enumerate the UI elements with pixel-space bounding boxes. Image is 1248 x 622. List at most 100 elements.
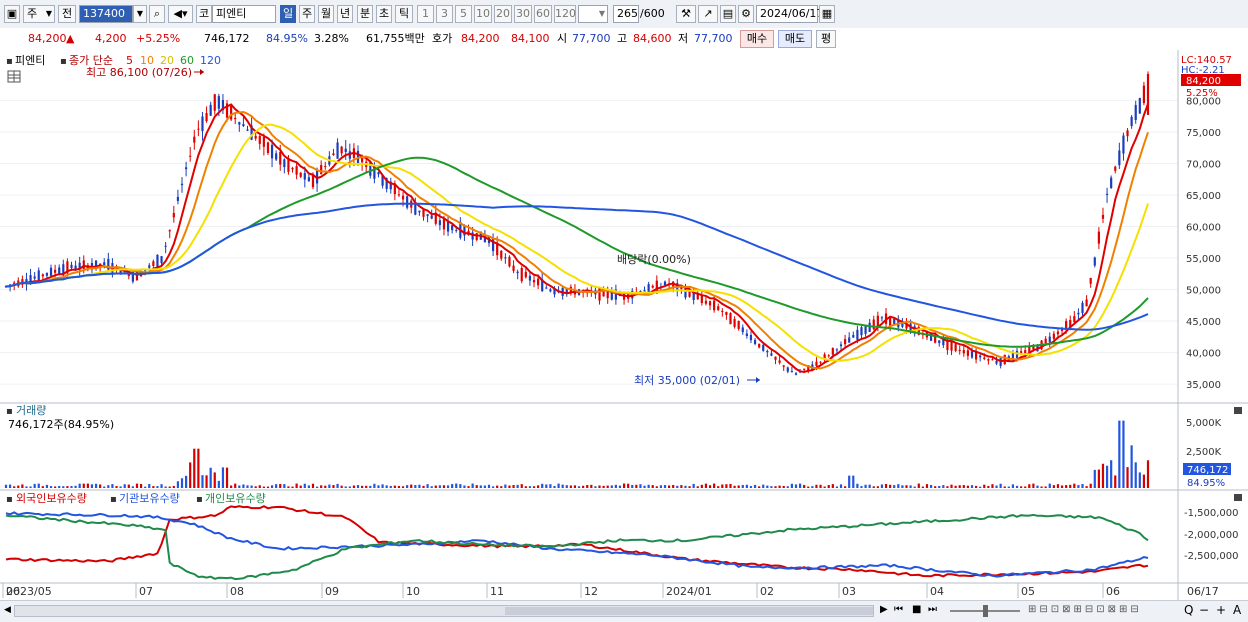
volume-bar: [680, 485, 683, 488]
sell-button[interactable]: 매도: [778, 30, 812, 48]
volume-bar: [758, 486, 761, 488]
volume-bar: [1081, 484, 1084, 488]
stock-code-dropdown[interactable]: ▼: [133, 5, 147, 23]
volume-bar: [950, 484, 953, 488]
period-month[interactable]: 월: [318, 5, 334, 23]
scroll-left-icon[interactable]: ◀: [4, 605, 11, 615]
custom-interval-input[interactable]: ▼: [578, 5, 608, 23]
price-tick-label: 65,000: [1186, 191, 1221, 202]
speaker-icon[interactable]: ◀▾: [168, 5, 193, 23]
volume-bar: [557, 483, 560, 488]
save-icon[interactable]: ▤: [720, 5, 736, 23]
period-day[interactable]: 일: [280, 5, 296, 23]
panel-close-icon[interactable]: [1234, 407, 1242, 414]
menu-dot-icon[interactable]: ▪: [6, 406, 13, 417]
candle-body: [303, 173, 306, 180]
drawing-tools-icon[interactable]: ⊞⊟⊡⊠⊞⊟⊡⊠⊞⊟: [1028, 604, 1142, 615]
candle-body: [708, 301, 712, 306]
x-axis-label: 03: [842, 585, 856, 598]
interval-5[interactable]: 5: [455, 5, 472, 23]
candle-body: [758, 343, 761, 348]
interval-1[interactable]: 1: [417, 5, 434, 23]
candle-body: [45, 272, 49, 276]
scroll-right-icon[interactable]: ▶: [880, 604, 888, 615]
volume-bar: [970, 485, 974, 488]
menu-dot-icon[interactable]: ▪: [196, 494, 203, 505]
menu-dot-icon[interactable]: ▪: [6, 494, 13, 505]
volume-bar: [504, 484, 507, 488]
zoom-out-icon[interactable]: −: [1199, 603, 1209, 617]
chart-tools-icon[interactable]: ⚒: [676, 5, 696, 23]
search-icon[interactable]: ⌕: [149, 5, 165, 23]
calendar-icon[interactable]: ▦: [819, 5, 835, 23]
price-tick-label: 55,000: [1186, 254, 1221, 265]
stock-chart[interactable]: ▪ 피엔티 ▪ 종가 단순 5 10 20 60 120 최고 86,100 (…: [0, 50, 1248, 600]
date-input[interactable]: 2024/06/17: [756, 5, 823, 23]
price-change-pct: +5.25%: [136, 32, 181, 45]
candle-body: [745, 333, 748, 336]
stop-icon[interactable]: ■: [912, 604, 921, 615]
period-second[interactable]: 초: [376, 5, 392, 23]
period-week[interactable]: 주: [299, 5, 315, 23]
interval-30[interactable]: 30: [514, 5, 532, 23]
candle-body: [217, 96, 220, 109]
menu-dot-icon[interactable]: ▪: [60, 56, 67, 67]
eval-button[interactable]: 평: [816, 30, 836, 48]
panel-close-icon[interactable]: [1234, 494, 1242, 501]
candle-body: [156, 254, 159, 268]
candle-body: [37, 270, 40, 281]
volume-bar: [1052, 485, 1055, 488]
menu-dot-icon[interactable]: ▪: [110, 494, 117, 505]
price-change: 4,200: [95, 32, 127, 45]
candle-body: [397, 194, 401, 196]
volume-bar: [127, 484, 130, 488]
zoom-in-icon[interactable]: +: [1216, 603, 1226, 617]
count-input[interactable]: 265: [613, 5, 639, 23]
interval-10[interactable]: 10: [474, 5, 492, 23]
volume-bar: [979, 486, 982, 488]
period-minute[interactable]: 분: [357, 5, 373, 23]
volume-bar: [103, 486, 106, 488]
stock-code-input[interactable]: 137400: [79, 5, 133, 23]
volume-bar: [733, 485, 736, 488]
font-size-icon[interactable]: A: [1233, 603, 1241, 617]
volume-bar: [62, 486, 65, 488]
volume-bar: [725, 484, 728, 488]
scroll-thumb[interactable]: [505, 607, 873, 615]
x-axis-label: 04: [930, 585, 944, 598]
last-page-icon[interactable]: ⏭: [928, 604, 937, 615]
candle-body: [70, 264, 73, 268]
volume-bar: [66, 486, 69, 488]
candle-body: [144, 270, 147, 272]
volume-bar: [54, 486, 57, 488]
candle-body: [242, 124, 245, 127]
draw-line-icon[interactable]: ↗: [698, 5, 718, 23]
zoom-reset-icon[interactable]: Q: [1184, 603, 1193, 617]
interval-120[interactable]: 120: [554, 5, 576, 23]
interval-20[interactable]: 20: [494, 5, 512, 23]
gear-icon[interactable]: ⚙: [738, 5, 754, 23]
first-page-icon[interactable]: ⏮: [894, 604, 903, 615]
volume-bar: [131, 486, 134, 488]
layout-icon[interactable]: ▣: [4, 5, 20, 23]
period-tick[interactable]: 틱: [395, 5, 413, 23]
menu-dot-icon[interactable]: ▪: [6, 56, 13, 67]
volume-bar: [713, 483, 716, 488]
interval-3[interactable]: 3: [436, 5, 453, 23]
candle-body: [528, 275, 532, 281]
zoom-slider-thumb[interactable]: [983, 605, 988, 617]
volume-bar: [958, 485, 961, 488]
volume-bar: [442, 485, 446, 488]
market-type-select[interactable]: 주 ▼: [23, 5, 55, 23]
buy-button[interactable]: 매수: [740, 30, 774, 48]
volume-bar: [385, 485, 388, 488]
candle-body: [762, 344, 765, 351]
market-scope-button[interactable]: 전: [58, 5, 76, 23]
turnover-rate: 3.28%: [314, 32, 349, 45]
period-year[interactable]: 년: [337, 5, 353, 23]
interval-60[interactable]: 60: [534, 5, 552, 23]
volume-bar: [586, 485, 589, 488]
volume-bar: [1122, 420, 1125, 488]
horizontal-scrollbar[interactable]: [14, 605, 874, 617]
volume-bar: [737, 485, 740, 488]
